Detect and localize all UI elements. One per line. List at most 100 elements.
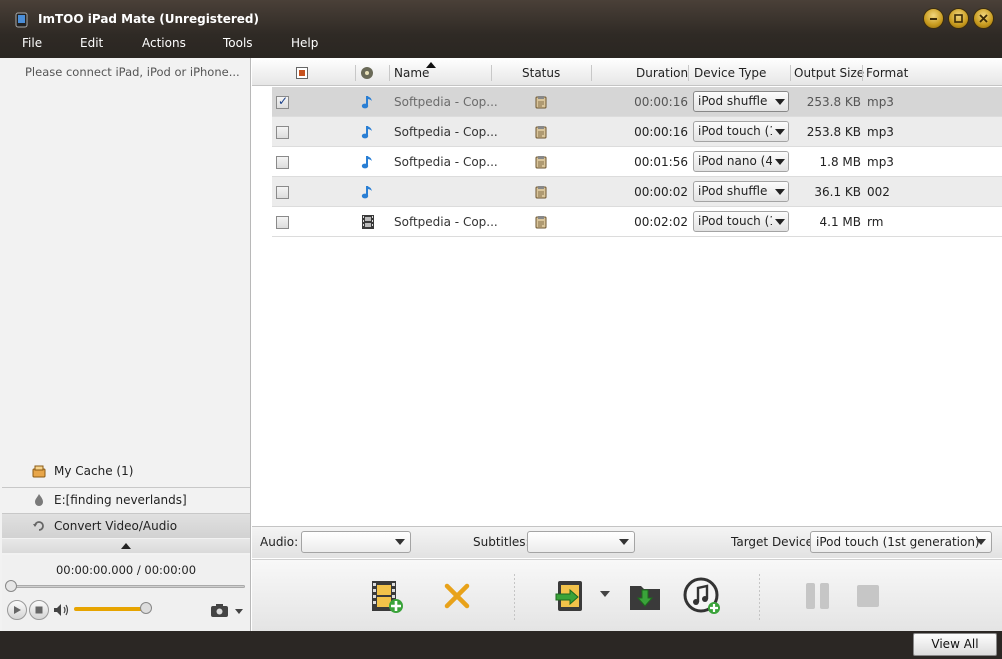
- file-format: mp3: [867, 155, 894, 169]
- export-to-pc-button[interactable]: [625, 576, 665, 616]
- device-type-value: iPod shuffle (: [698, 94, 776, 108]
- convert-icon: [32, 519, 46, 533]
- add-video-icon: [372, 581, 403, 613]
- file-format: mp3: [867, 95, 894, 109]
- file-duration: 00:00:02: [634, 185, 688, 199]
- clipboard-status-icon: [534, 215, 548, 229]
- device-type-value: iPod nano (4: [698, 154, 773, 168]
- table-row[interactable]: Softpedia - Cop... 00:00:16 iPod touch (1 2…: [272, 117, 1002, 147]
- pause-button[interactable]: [798, 576, 838, 616]
- row-checkbox[interactable]: [276, 186, 289, 199]
- window-title: ImTOO iPad Mate (Unregistered): [38, 12, 259, 26]
- menu-edit[interactable]: Edit: [80, 36, 103, 50]
- sidebar-item-label: My Cache (1): [54, 463, 134, 478]
- output-size: 36.1 KB: [814, 185, 861, 199]
- snapshot-button[interactable]: [210, 603, 244, 620]
- clipboard-status-icon: [534, 185, 548, 199]
- clipboard-status-icon: [534, 155, 548, 169]
- table-row[interactable]: 00:00:02 iPod shuffle ( 36.1 KB 002: [272, 177, 1002, 207]
- device-type-select[interactable]: iPod nano (4: [693, 151, 789, 172]
- status-bar: View All Tasks: [0, 631, 1002, 659]
- sidebar-item-drive[interactable]: E:[finding neverlands]: [2, 487, 250, 512]
- header-format[interactable]: Format: [866, 60, 908, 86]
- main-toolbar: [252, 559, 1002, 631]
- play-button[interactable]: [7, 600, 27, 620]
- menu-actions[interactable]: Actions: [142, 36, 186, 50]
- subtitles-label: Subtitles:: [473, 535, 530, 549]
- file-duration: 00:00:16: [634, 95, 688, 109]
- chevron-down-icon: [772, 212, 788, 231]
- seek-slider[interactable]: [9, 585, 245, 588]
- list-header: Name Status Duration Device Type Output …: [252, 60, 1002, 86]
- view-all-tasks-button[interactable]: View All Tasks: [913, 633, 997, 659]
- table-row[interactable]: Softpedia - Cop... 00:00:16 iPod shuffle (…: [272, 87, 1002, 117]
- stop-transfer-button[interactable]: [848, 576, 888, 616]
- menu-help[interactable]: Help: [291, 36, 318, 50]
- audio-file-icon: [360, 184, 376, 200]
- device-type-select[interactable]: iPod touch (1: [693, 211, 789, 232]
- chevron-up-icon: [121, 543, 131, 549]
- app-icon: [14, 12, 30, 28]
- maximize-button[interactable]: [948, 8, 969, 29]
- output-size: 1.8 MB: [819, 155, 861, 169]
- file-name: Softpedia - Cop...: [394, 125, 498, 139]
- transfer-to-device-button[interactable]: [550, 576, 590, 616]
- device-type-select[interactable]: iPod touch (1: [693, 121, 789, 142]
- header-name[interactable]: Name: [394, 60, 429, 86]
- export-to-device-icon: [555, 581, 582, 611]
- table-row[interactable]: Softpedia - Cop... 00:01:56 iPod nano (4 1.…: [272, 147, 1002, 177]
- file-format: mp3: [867, 125, 894, 139]
- device-type-value: iPod touch (1: [698, 124, 777, 138]
- row-checkbox[interactable]: [276, 94, 289, 109]
- row-checkbox[interactable]: [276, 216, 289, 229]
- add-file-button[interactable]: [366, 576, 406, 616]
- sort-ascending-icon: [426, 62, 436, 68]
- add-to-itunes-button[interactable]: [682, 576, 722, 616]
- connect-device-message: Please connect iPad, iPod or iPhone...: [25, 65, 240, 79]
- device-type-value: iPod shuffle (: [698, 184, 776, 198]
- sidebar-item-my-cache[interactable]: My Cache (1): [2, 458, 250, 483]
- header-device-type[interactable]: Device Type: [694, 60, 766, 86]
- file-duration: 00:00:16: [634, 125, 688, 139]
- device-type-value: iPod touch (1: [698, 214, 777, 228]
- file-duration: 00:01:56: [634, 155, 688, 169]
- remove-button[interactable]: [437, 576, 477, 616]
- menu-tools[interactable]: Tools: [223, 36, 253, 50]
- device-sidebar: Please connect iPad, iPod or iPhone... M…: [0, 58, 251, 631]
- stop-icon: [35, 606, 43, 614]
- volume-icon[interactable]: [53, 603, 71, 620]
- volume-handle[interactable]: [140, 602, 152, 614]
- player-time: 00:00:00.000 / 00:00:00: [55, 563, 197, 577]
- table-row[interactable]: Softpedia - Cop... 00:02:02 iPod touch (1 4…: [272, 207, 1002, 237]
- file-format: 002: [867, 185, 890, 199]
- menu-file[interactable]: File: [22, 36, 42, 50]
- output-size: 253.8 KB: [806, 95, 861, 109]
- audio-label: Audio:: [260, 535, 299, 549]
- close-button[interactable]: [973, 8, 994, 29]
- seek-handle[interactable]: [5, 580, 17, 592]
- audio-file-icon: [360, 154, 376, 170]
- sidebar-item-convert[interactable]: Convert Video/Audio: [2, 513, 250, 538]
- chevron-down-icon: [772, 92, 788, 111]
- audio-select[interactable]: [301, 531, 411, 553]
- header-output-size[interactable]: Output Size: [794, 60, 864, 86]
- header-status[interactable]: Status: [522, 60, 560, 86]
- device-type-select[interactable]: iPod shuffle (: [693, 181, 789, 202]
- collapse-toggle[interactable]: [2, 539, 250, 553]
- device-type-select[interactable]: iPod shuffle (: [693, 91, 789, 112]
- clipboard-status-icon: [534, 95, 548, 109]
- volume-slider[interactable]: [74, 607, 146, 611]
- row-checkbox[interactable]: [276, 126, 289, 139]
- minimize-button[interactable]: [923, 8, 944, 29]
- cache-icon: [32, 464, 46, 478]
- header-duration[interactable]: Duration: [636, 60, 688, 86]
- output-size: 4.1 MB: [819, 215, 861, 229]
- itunes-add-icon: [683, 577, 720, 614]
- target-device-select[interactable]: iPod touch (1st generation): [810, 531, 992, 553]
- delete-x-icon: [444, 583, 470, 609]
- subtitles-select[interactable]: [527, 531, 635, 553]
- stop-button[interactable]: [29, 600, 49, 620]
- select-all-checkbox[interactable]: [296, 67, 308, 79]
- chevron-down-icon[interactable]: [600, 591, 610, 597]
- row-checkbox[interactable]: [276, 156, 289, 169]
